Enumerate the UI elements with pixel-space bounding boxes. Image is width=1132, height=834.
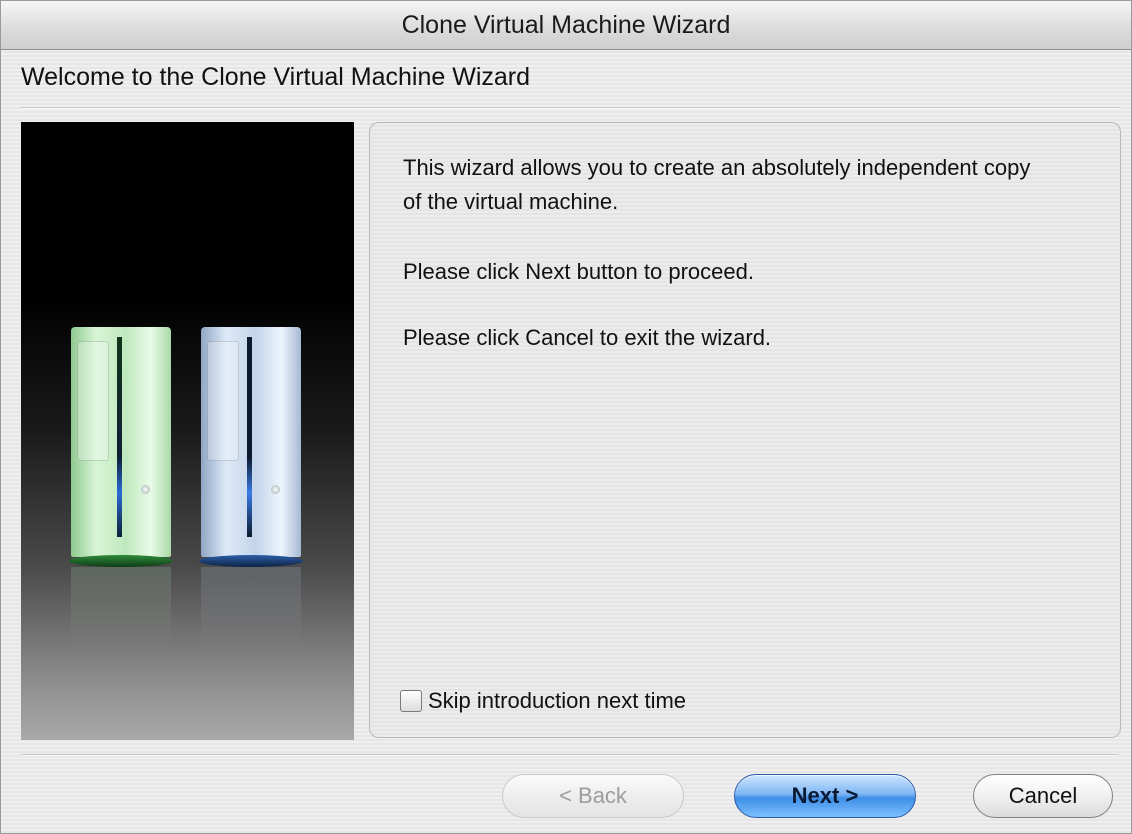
blue-tower-reflection [201,567,301,647]
bottom-divider [21,754,1119,756]
green-tower-reflection [71,567,171,647]
back-button[interactable]: < Back [502,774,684,818]
next-instruction-text: Please click Next button to proceed. [403,259,754,284]
top-divider [21,107,1119,109]
cancel-instruction-text: Please click Cancel to exit the wizard. [403,325,772,350]
skip-introduction-checkbox[interactable] [400,690,422,712]
window-title: Clone Virtual Machine Wizard [401,10,731,39]
blue-tower-icon [199,327,303,567]
green-tower-icon [69,327,173,567]
title-bar[interactable]: Clone Virtual Machine Wizard [1,1,1131,50]
content-panel: This wizard allows you to create an abso… [369,122,1121,738]
intro-text: This wizard allows you to create an abso… [403,155,1031,214]
page-heading: Welcome to the Clone Virtual Machine Wiz… [21,63,531,91]
next-button[interactable]: Next > [734,774,916,818]
skip-introduction-option[interactable]: Skip introduction next time [400,688,686,714]
wizard-window: Clone Virtual Machine Wizard Welcome to … [0,0,1132,834]
two-computer-towers-illustration [21,122,354,740]
cancel-button[interactable]: Cancel [973,774,1113,818]
skip-introduction-label[interactable]: Skip introduction next time [428,688,686,714]
